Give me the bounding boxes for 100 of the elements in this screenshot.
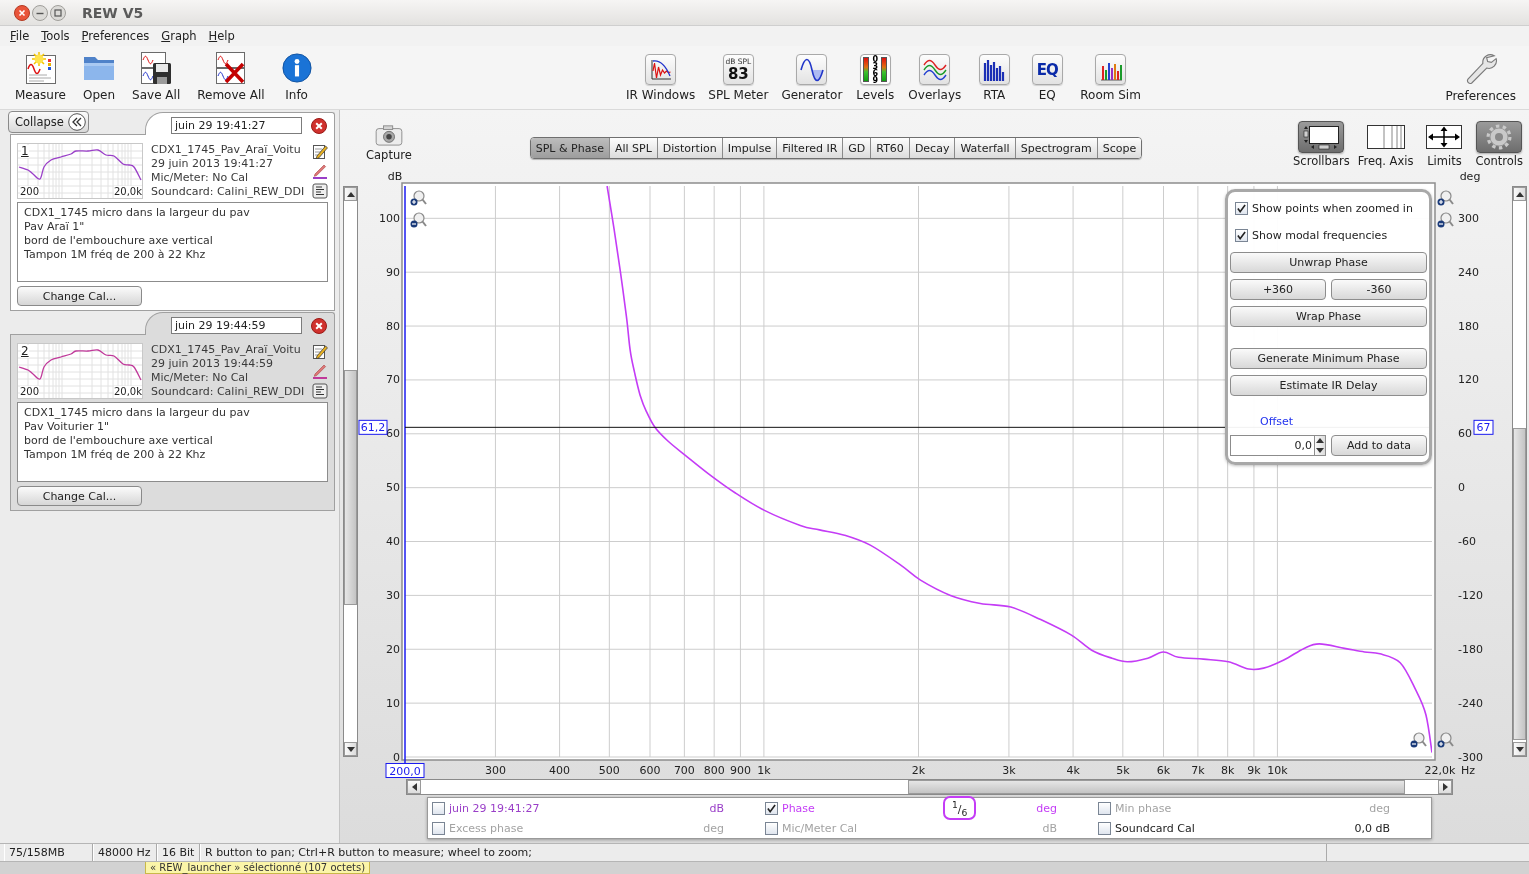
graph-tab[interactable]: Filtered IR bbox=[776, 138, 843, 158]
document-icon[interactable] bbox=[312, 383, 328, 399]
scroll-up-button[interactable] bbox=[344, 187, 357, 201]
graph-tab[interactable]: Scope bbox=[1096, 138, 1142, 158]
graph-tab[interactable]: RT60 bbox=[870, 138, 909, 158]
measurement-card[interactable] bbox=[10, 334, 335, 511]
toolbar-button[interactable]: EQ EQ bbox=[1027, 54, 1068, 102]
scroll-up-button[interactable] bbox=[1513, 187, 1526, 201]
colored-bars-icon[interactable] bbox=[1095, 54, 1127, 85]
double-chevron-left-icon[interactable] bbox=[67, 113, 86, 131]
triangle-up-icon[interactable] bbox=[1515, 191, 1524, 197]
checkbox-label[interactable]: Show modal frequencies bbox=[1252, 228, 1388, 242]
checkbox[interactable] bbox=[1235, 201, 1248, 215]
notes-field[interactable]: CDX1_1745 micro dans la largeur du pav Pav Voiturier 1" bord de l'embouchure axe vertical Tampon 1M fréq de 200 à 22 Khz bbox=[17, 402, 328, 482]
graph-tab[interactable]: All SPL bbox=[608, 138, 657, 158]
graph-tab[interactable]: Impulse bbox=[721, 138, 777, 158]
toolbar-button[interactable]: Preferences bbox=[1445, 52, 1516, 103]
gear-icon[interactable] bbox=[1476, 121, 1523, 153]
scrollbar-thumb[interactable] bbox=[1513, 428, 1526, 740]
close-icon[interactable] bbox=[311, 317, 327, 334]
graph-tab[interactable]: SPL & Phase bbox=[530, 138, 609, 158]
triangle-down-icon[interactable] bbox=[346, 746, 355, 752]
pen-icon[interactable] bbox=[312, 363, 328, 379]
change-cal-button[interactable]: Change Cal... bbox=[17, 486, 142, 506]
card-tab[interactable]: juin 29 19:41:27 bbox=[145, 112, 335, 135]
graph-tab[interactable]: Waterfall bbox=[954, 138, 1015, 158]
scroll-right-button[interactable] bbox=[1438, 780, 1452, 794]
scroll-down-button[interactable] bbox=[344, 742, 357, 756]
sine-wave-icon[interactable] bbox=[796, 54, 828, 85]
document-icon[interactable] bbox=[312, 183, 328, 199]
vertical-scrollbar[interactable] bbox=[343, 186, 358, 757]
zoom-in-icon[interactable] bbox=[1437, 732, 1454, 748]
toolbar-button[interactable]: Generator bbox=[781, 54, 843, 102]
panel-button[interactable]: Generate Minimum Phase bbox=[1230, 348, 1427, 369]
toolbar-button[interactable]: Save All bbox=[132, 51, 181, 102]
toolbar-button[interactable]: IR Windows bbox=[626, 54, 696, 102]
delete-chart-icon[interactable] bbox=[214, 51, 247, 85]
toolbar-button[interactable]: Overlays bbox=[908, 54, 962, 102]
toolbar-button[interactable]: Remove All bbox=[197, 51, 265, 102]
triangle-up-icon[interactable] bbox=[346, 191, 355, 197]
close-icon[interactable] bbox=[311, 117, 327, 134]
capture-button[interactable]: Capture bbox=[366, 124, 412, 162]
name-field[interactable]: juin 29 19:41:27 bbox=[171, 117, 302, 134]
view-toggle[interactable]: Freq. Axis bbox=[1357, 121, 1414, 168]
zoom-out-icon[interactable] bbox=[1437, 212, 1454, 228]
triangle-down-icon[interactable] bbox=[1316, 447, 1324, 453]
bar-graph-icon[interactable] bbox=[978, 54, 1010, 85]
zoom-out-icon[interactable] bbox=[1410, 732, 1427, 748]
menu-item[interactable]: Graph bbox=[155, 27, 203, 45]
scroll-left-button[interactable] bbox=[407, 780, 421, 794]
menu-item[interactable]: File bbox=[4, 27, 36, 45]
toolbar-button[interactable]: Open bbox=[83, 51, 116, 102]
view-toggle[interactable]: Limits bbox=[1421, 121, 1468, 168]
level-bars-icon[interactable]: 0369 bbox=[859, 54, 891, 85]
toolbar-button[interactable]: Measure bbox=[15, 51, 66, 102]
spinner-buttons[interactable] bbox=[1314, 435, 1326, 456]
collapse-button[interactable]: Collapse bbox=[8, 111, 89, 133]
scrollbar-thumb[interactable] bbox=[908, 780, 1405, 794]
triangle-up-icon[interactable] bbox=[1316, 438, 1324, 444]
card-tab[interactable]: juin 29 19:44:59 bbox=[145, 312, 335, 335]
triangle-right-icon[interactable] bbox=[1442, 783, 1448, 791]
vertical-scrollbar[interactable] bbox=[1512, 186, 1527, 757]
pen-icon[interactable] bbox=[312, 163, 328, 179]
graph-tab[interactable]: GD bbox=[842, 138, 871, 158]
offset-field[interactable]: 0,0 bbox=[1230, 435, 1314, 456]
wavy-lines-icon[interactable] bbox=[919, 54, 951, 85]
triangle-down-icon[interactable] bbox=[1515, 746, 1524, 752]
zoom-in-icon[interactable] bbox=[410, 190, 427, 206]
floppy-disk-icon[interactable] bbox=[140, 51, 173, 85]
menu-item[interactable]: Preferences bbox=[75, 27, 156, 45]
zoom-in-icon[interactable] bbox=[1437, 190, 1454, 206]
measurement-card[interactable] bbox=[10, 134, 335, 311]
graph-tab[interactable]: Spectrogram bbox=[1014, 138, 1097, 158]
horizontal-scrollbar[interactable] bbox=[406, 779, 1453, 795]
window-scrollbars-icon[interactable] bbox=[1298, 121, 1345, 153]
triangle-left-icon[interactable] bbox=[411, 783, 417, 791]
graph-tab[interactable]: Decay bbox=[908, 138, 955, 158]
close-icon[interactable] bbox=[14, 4, 30, 21]
toolbar-button[interactable]: Room Sim bbox=[1080, 54, 1141, 102]
checkbox[interactable] bbox=[765, 801, 778, 815]
panel-button[interactable]: -360 bbox=[1331, 279, 1427, 300]
minimize-icon[interactable] bbox=[32, 4, 48, 21]
impulse-wave-icon[interactable] bbox=[645, 54, 677, 85]
panel-button[interactable]: Estimate IR Delay bbox=[1230, 375, 1427, 396]
camera-icon[interactable] bbox=[374, 124, 403, 146]
pencil-notepad-icon[interactable] bbox=[312, 343, 328, 359]
scroll-down-button[interactable] bbox=[1513, 742, 1526, 756]
menu-item[interactable]: Tools bbox=[35, 27, 76, 45]
menu-item[interactable]: Help bbox=[202, 27, 241, 45]
checkbox[interactable] bbox=[432, 801, 445, 815]
graph-tab[interactable]: Distortion bbox=[656, 138, 722, 158]
maximize-icon[interactable] bbox=[50, 4, 66, 21]
name-field[interactable]: juin 29 19:44:59 bbox=[171, 317, 302, 334]
change-cal-button[interactable]: Change Cal... bbox=[17, 286, 142, 306]
zoom-out-icon[interactable] bbox=[410, 212, 427, 228]
smoothing-badge[interactable]: $^{1}$/$_{6}$ bbox=[942, 795, 977, 821]
view-toggle[interactable]: Scrollbars bbox=[1293, 121, 1350, 168]
panel-button[interactable]: +360 bbox=[1230, 279, 1326, 300]
panel-button[interactable]: Add to data bbox=[1331, 435, 1427, 456]
pencil-notepad-icon[interactable] bbox=[312, 143, 328, 159]
